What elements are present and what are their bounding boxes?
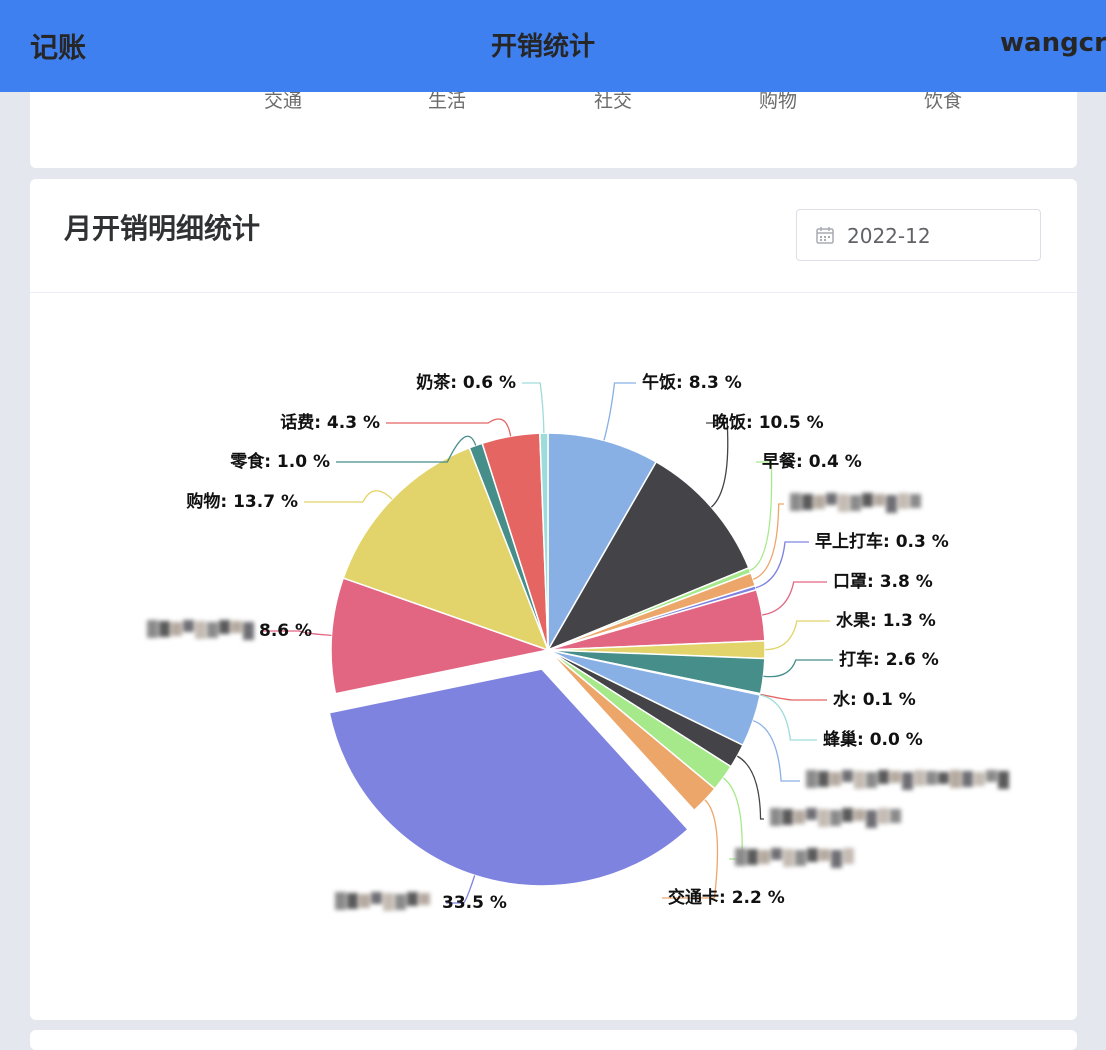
page-title: 开销统计 bbox=[490, 32, 595, 62]
pie-label-redacted bbox=[735, 848, 854, 868]
pie-label-redacted bbox=[770, 808, 901, 828]
pie-label: 水: 0.1 % bbox=[833, 689, 916, 710]
pie-label: 话费: 4.3 % bbox=[280, 412, 380, 433]
pie-label: 早餐: 0.4 % bbox=[762, 451, 862, 472]
pie-label: 8.6 % bbox=[259, 621, 312, 641]
pie-connector bbox=[603, 382, 636, 441]
pie-connector bbox=[755, 541, 809, 589]
top-navbar: 记账 开销统计 wangcr bbox=[0, 0, 1106, 92]
pie-label: 午饭: 8.3 % bbox=[642, 372, 742, 393]
pie-label: 水果: 1.3 % bbox=[836, 610, 936, 631]
pie-connector bbox=[722, 777, 743, 860]
pie-connector bbox=[386, 418, 512, 437]
pie-connector bbox=[764, 620, 830, 651]
pie-label-redacted bbox=[806, 770, 1009, 790]
pie-connector bbox=[706, 422, 729, 508]
pie-connector bbox=[522, 382, 545, 434]
pie-label: 零食: 1.0 % bbox=[229, 451, 330, 472]
next-card bbox=[30, 1030, 1077, 1050]
pie-connector bbox=[749, 461, 773, 571]
pie-connector bbox=[304, 490, 393, 503]
expense-pie-chart: 午饭: 8.3 % 晚饭: 10.5 % 早餐: 0.4 % 早上打车: 0.3 % 口… bbox=[147, 372, 1009, 913]
pie-connector bbox=[752, 720, 800, 782]
pie-label: 晚饭: 10.5 % bbox=[712, 412, 824, 433]
pie-connector bbox=[736, 755, 764, 820]
pie-label: 奶茶: 0.6 % bbox=[416, 372, 516, 393]
pie-connector bbox=[762, 581, 827, 616]
monthly-detail-card: 月开销明细统计 2022-12 午饭: 8.3 % 晚饭: 10.5 % 早餐:… bbox=[30, 179, 1077, 1020]
pie-label: 打车: 2.6 % bbox=[839, 649, 939, 670]
pie-connector bbox=[752, 503, 784, 580]
pie-label: 口罩: 3.8 % bbox=[833, 572, 933, 592]
pie-label: 33.5 % bbox=[442, 893, 507, 913]
pie-label-redacted bbox=[147, 620, 254, 640]
pie-label: 交通卡: 2.2 % bbox=[668, 887, 785, 908]
pie-label: 购物: 13.7 % bbox=[186, 491, 298, 512]
user-name[interactable]: wangcr bbox=[1000, 28, 1106, 58]
pie-label-redacted bbox=[790, 493, 921, 513]
pie-connector bbox=[763, 659, 833, 678]
pie-label: 早上打车: 0.3 % bbox=[815, 531, 949, 552]
pie-label: 蜂巢: 0.0 % bbox=[823, 729, 923, 750]
pie-label-redacted bbox=[335, 892, 430, 911]
